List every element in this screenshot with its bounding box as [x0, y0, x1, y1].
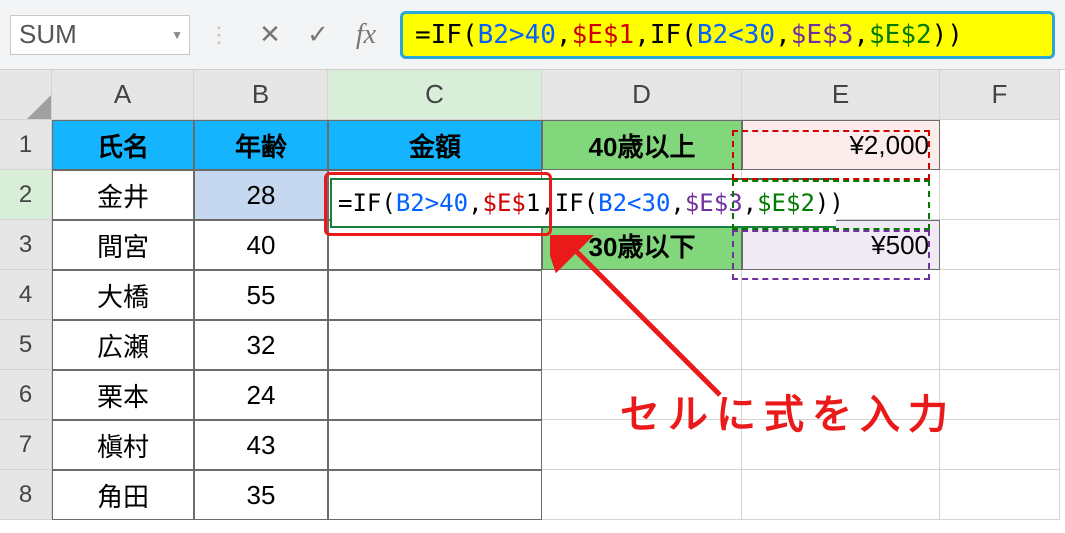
- col-header-C[interactable]: C: [328, 70, 542, 120]
- cell-F4[interactable]: [940, 270, 1060, 320]
- select-all-corner[interactable]: [0, 70, 52, 120]
- ref-marker-E3: [732, 230, 930, 280]
- row-header-7[interactable]: 7: [0, 420, 52, 470]
- cell-A2[interactable]: 金井: [52, 170, 194, 220]
- cell-A8[interactable]: 角田: [52, 470, 194, 520]
- fx-icon[interactable]: fx: [342, 14, 390, 56]
- cell-D8[interactable]: [542, 470, 742, 520]
- cell-F8[interactable]: [940, 470, 1060, 520]
- formula-bar-row: SUM ▼ ⋮ ✕ ✓ fx =IF(B2>40,$E$1,IF(B2<30,$…: [0, 0, 1065, 70]
- cell-B4[interactable]: 55: [194, 270, 328, 320]
- cell-D1[interactable]: 40歳以上: [542, 120, 742, 170]
- col-header-F[interactable]: F: [940, 70, 1060, 120]
- cell-B1[interactable]: 年齢: [194, 120, 328, 170]
- cell-C8[interactable]: [328, 470, 542, 520]
- ref-marker-E2: [732, 180, 930, 230]
- cell-C5[interactable]: [328, 320, 542, 370]
- row-header-2[interactable]: 2: [0, 170, 52, 220]
- cell-C7[interactable]: [328, 420, 542, 470]
- cell-A7[interactable]: 槇村: [52, 420, 194, 470]
- col-header-B[interactable]: B: [194, 70, 328, 120]
- cell-F2[interactable]: [940, 170, 1060, 220]
- cell-A4[interactable]: 大橋: [52, 270, 194, 320]
- cell-A1[interactable]: 氏名: [52, 120, 194, 170]
- cancel-formula-button[interactable]: ✕: [246, 14, 294, 56]
- cell-D4[interactable]: [542, 270, 742, 320]
- col-header-E[interactable]: E: [742, 70, 940, 120]
- annotation-text: セルに式を入力: [620, 382, 956, 440]
- cell-D5[interactable]: [542, 320, 742, 370]
- cell-B8[interactable]: 35: [194, 470, 328, 520]
- name-box[interactable]: SUM ▼: [10, 15, 190, 55]
- cell-F6[interactable]: [940, 370, 1060, 420]
- name-box-value: SUM: [19, 19, 77, 50]
- cell-E5[interactable]: [742, 320, 940, 370]
- cell-F3[interactable]: [940, 220, 1060, 270]
- vertical-dots-icon: ⋮: [190, 22, 246, 48]
- cell-F5[interactable]: [940, 320, 1060, 370]
- cell-B3[interactable]: 40: [194, 220, 328, 270]
- col-header-A[interactable]: A: [52, 70, 194, 120]
- cell-A6[interactable]: 栗本: [52, 370, 194, 420]
- cell-B5[interactable]: 32: [194, 320, 328, 370]
- cell-E8[interactable]: [742, 470, 940, 520]
- cell-B2[interactable]: 28: [194, 170, 328, 220]
- cell-B6[interactable]: 24: [194, 370, 328, 420]
- cell-A5[interactable]: 広瀬: [52, 320, 194, 370]
- formula-input[interactable]: =IF(B2>40,$E$1,IF(B2<30,$E$3,$E$2)): [400, 11, 1055, 59]
- col-header-D[interactable]: D: [542, 70, 742, 120]
- cell-C6[interactable]: [328, 370, 542, 420]
- cell-C1[interactable]: 金額: [328, 120, 542, 170]
- cell-F7[interactable]: [940, 420, 1060, 470]
- cell-B7[interactable]: 43: [194, 420, 328, 470]
- cell-C4[interactable]: [328, 270, 542, 320]
- highlight-rectangle: [324, 172, 552, 236]
- chevron-down-icon[interactable]: ▼: [171, 28, 183, 42]
- row-header-5[interactable]: 5: [0, 320, 52, 370]
- row-header-8[interactable]: 8: [0, 470, 52, 520]
- cell-A3[interactable]: 間宮: [52, 220, 194, 270]
- accept-formula-button[interactable]: ✓: [294, 14, 342, 56]
- cell-F1[interactable]: [940, 120, 1060, 170]
- row-header-1[interactable]: 1: [0, 120, 52, 170]
- row-header-4[interactable]: 4: [0, 270, 52, 320]
- ref-marker-E1: [732, 130, 930, 180]
- row-header-6[interactable]: 6: [0, 370, 52, 420]
- row-header-3[interactable]: 3: [0, 220, 52, 270]
